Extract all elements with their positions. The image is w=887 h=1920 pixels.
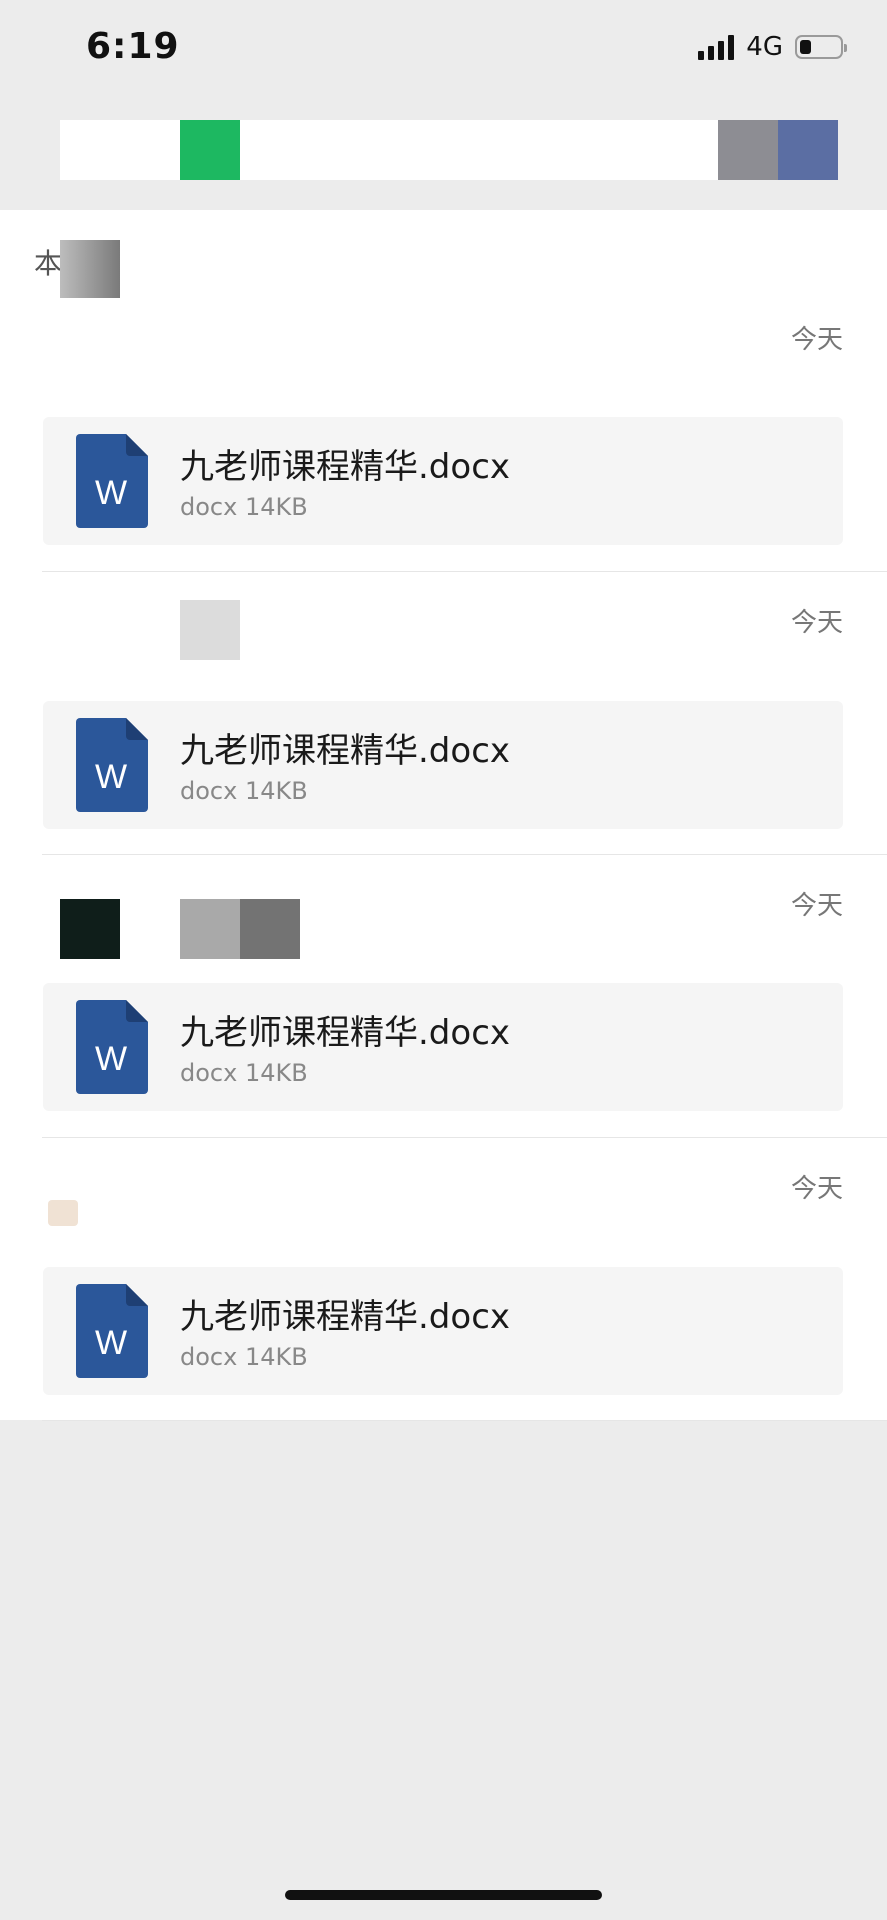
svg-text:W: W — [95, 1324, 127, 1362]
file-card[interactable]: W 九老师课程精华.docx docx 14KB — [43, 1267, 843, 1395]
sender-avatar-redacted — [60, 899, 120, 959]
svg-text:W: W — [95, 1040, 127, 1078]
date-label: 今天 — [790, 891, 843, 921]
battery-icon — [795, 35, 847, 59]
word-doc-icon: W — [76, 1000, 148, 1094]
home-indicator[interactable] — [285, 1890, 602, 1900]
status-indicators: 4G — [698, 30, 847, 64]
file-card[interactable]: W 九老师课程精华.docx docx 14KB — [43, 701, 843, 829]
svg-text:W: W — [95, 758, 127, 796]
date-label: 今天 — [790, 325, 843, 355]
message-group: 今天 W 九老师课程精华.docx docx 14KB — [0, 1138, 887, 1421]
file-name: 九老师课程精华.docx — [180, 447, 511, 487]
message-group: 今天 W 九老师课程精华.docx docx 14KB — [0, 855, 887, 1138]
file-meta: docx 14KB — [180, 493, 308, 521]
file-meta: docx 14KB — [180, 1343, 308, 1371]
date-label: 今天 — [790, 1174, 843, 1204]
word-doc-icon: W — [76, 718, 148, 812]
header-redacted-block — [180, 120, 240, 180]
message-group: 今天 W 九老师课程精华.docx docx 14KB — [0, 289, 887, 572]
header-redacted-block — [718, 120, 778, 180]
sender-name-redacted — [240, 899, 300, 959]
network-type: 4G — [746, 32, 783, 62]
file-name: 九老师课程精华.docx — [180, 1013, 511, 1053]
word-doc-icon: W — [76, 434, 148, 528]
word-doc-icon: W — [76, 1284, 148, 1378]
file-card[interactable]: W 九老师课程精华.docx docx 14KB — [43, 983, 843, 1111]
file-meta: docx 14KB — [180, 777, 308, 805]
date-label: 今天 — [790, 608, 843, 638]
sender-name-redacted — [180, 899, 240, 959]
file-meta: docx 14KB — [180, 1059, 308, 1087]
message-group: 今天 W 九老师课程精华.docx docx 14KB — [0, 572, 887, 855]
svg-text:W: W — [95, 474, 127, 512]
status-time: 6:19 — [86, 26, 180, 67]
battery-level — [800, 40, 811, 54]
divider — [42, 1420, 887, 1421]
signal-icon — [698, 34, 735, 60]
file-card[interactable]: W 九老师课程精华.docx docx 14KB — [43, 417, 843, 545]
sender-avatar-redacted — [48, 1200, 78, 1226]
sender-avatar-redacted — [180, 600, 240, 660]
status-bar: 6:19 4G — [0, 0, 887, 100]
file-name: 九老师课程精华.docx — [180, 731, 511, 771]
header-redacted-block — [778, 120, 838, 180]
file-name: 九老师课程精华.docx — [180, 1297, 511, 1337]
